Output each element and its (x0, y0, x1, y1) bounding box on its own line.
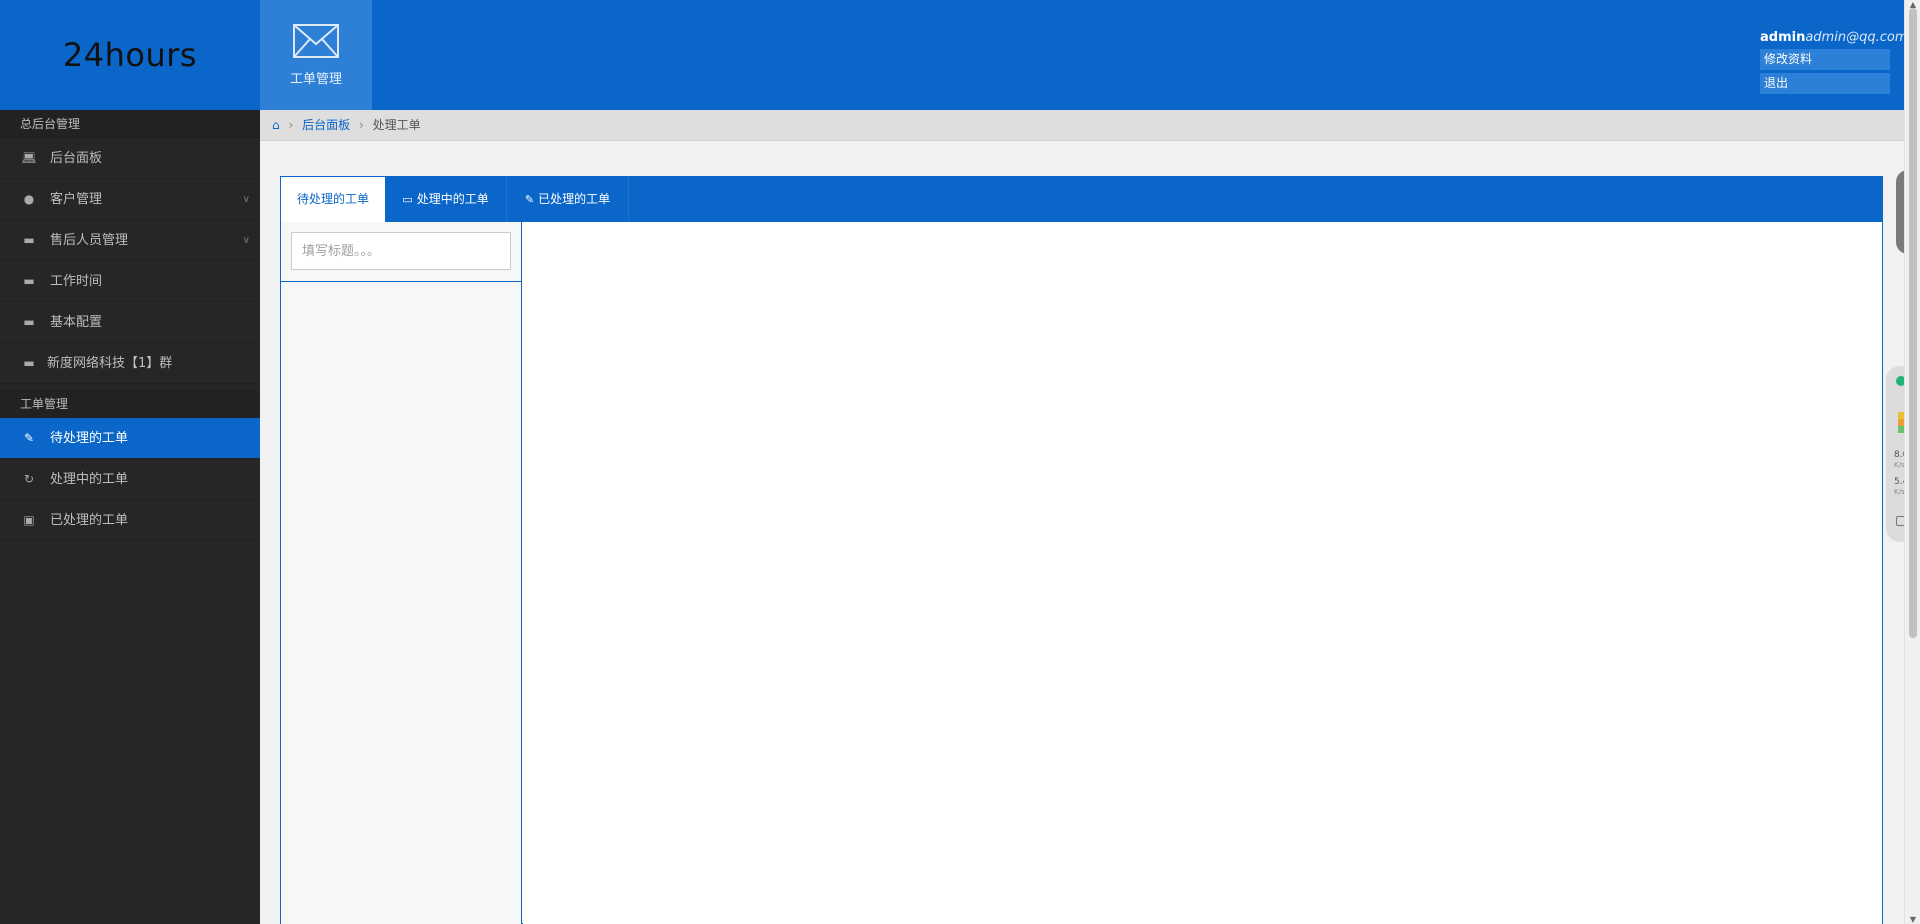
sidebar-item-customers[interactable]: ● 客户管理 ∨ (0, 179, 260, 220)
breadcrumb: ⌂ › 后台面板 › 处理工单 (260, 110, 1904, 141)
sidebar-item-processed-tickets[interactable]: ▣ 已处理的工单 (0, 500, 260, 541)
sidebar-item-label: 后台面板 (50, 151, 103, 166)
sidebar: 总后台管理 💻︎ 后台面板 ● 客户管理 ∨ ▬ 售后人员管理 ∨ ▬ 工作时间… (0, 110, 260, 924)
sidebar-item-processing-tickets[interactable]: ↻ 处理中的工单 (0, 459, 260, 500)
search-input[interactable] (291, 232, 511, 270)
laptop-icon: 💻︎ (21, 151, 37, 165)
tab-bar: 待处理的工单 ▭ 处理中的工单 ✎ 已处理的工单 (281, 177, 1882, 222)
scroll-down-arrow-icon[interactable]: ▼ (1905, 915, 1920, 924)
tab-label: 处理中的工单 (416, 192, 489, 206)
sidebar-item-label: 客户管理 (50, 192, 103, 207)
sidebar-section-title: 总后台管理 (0, 110, 260, 138)
breadcrumb-link-dashboard[interactable]: 后台面板 (302, 118, 350, 132)
chevron-down-icon: ∨ (242, 235, 250, 246)
sidebar-item-label: 基本配置 (50, 315, 103, 330)
user-email: admin@qq.com (1805, 30, 1908, 45)
sidebar-item-basic-config[interactable]: ▬ 基本配置 (0, 302, 260, 343)
scrollbar-thumb[interactable] (1909, 8, 1917, 638)
page-scrollbar[interactable]: ▲ ▼ (1904, 0, 1920, 924)
sidebar-item-label: 工作时间 (50, 274, 103, 289)
inbox-icon: ▭ (402, 193, 413, 206)
sidebar-item-label: 售后人员管理 (50, 233, 129, 248)
module-tab-ticket-management[interactable]: 工单管理 (260, 0, 372, 110)
refresh-icon: ↻ (23, 472, 35, 486)
briefcase-icon: ▣ (23, 513, 35, 527)
search-wrap (281, 222, 521, 282)
ticket-detail-pane (523, 222, 1882, 924)
ticket-panel: 待处理的工单 ▭ 处理中的工单 ✎ 已处理的工单 (280, 176, 1883, 924)
comments-icon: ▬ (23, 356, 35, 370)
tab-processing-tickets[interactable]: ▭ 处理中的工单 (385, 177, 507, 222)
logout-link[interactable]: 退出 (1760, 73, 1890, 94)
app-logo[interactable]: 24hours (0, 0, 260, 110)
comments-icon: ▬ (23, 233, 35, 247)
sidebar-item-work-hours[interactable]: ▬ 工作时间 (0, 261, 260, 302)
top-header: 24hours 工单管理 adminadmin@qq.com 修改资料 退出 (0, 0, 1907, 110)
module-tab-label: 工单管理 (289, 71, 342, 87)
edit-profile-link[interactable]: 修改资料 (1760, 49, 1890, 70)
sidebar-item-support-staff[interactable]: ▬ 售后人员管理 ∨ (0, 220, 260, 261)
user-icon: ● (23, 192, 35, 206)
comments-icon: ▬ (23, 315, 35, 329)
user-name: admin (1760, 30, 1806, 45)
user-info: adminadmin@qq.com (1760, 30, 1907, 45)
sidebar-item-group[interactable]: ▬ 新度网络科技【1】群 (0, 343, 260, 384)
user-box: adminadmin@qq.com 修改资料 退出 (1760, 30, 1907, 97)
sidebar-item-label: 处理中的工单 (50, 472, 129, 487)
pencil-icon: ✎ (23, 431, 35, 445)
breadcrumb-current: 处理工单 (372, 118, 421, 132)
chevron-right-icon: › (288, 118, 294, 132)
tab-pending-tickets[interactable]: 待处理的工单 (281, 177, 385, 222)
tab-label: 待处理的工单 (296, 192, 369, 206)
chevron-down-icon: ∨ (242, 194, 250, 205)
sidebar-item-pending-tickets[interactable]: ✎ 待处理的工单 (0, 418, 260, 459)
home-icon[interactable]: ⌂ (272, 118, 280, 132)
chevron-right-icon: › (358, 118, 364, 132)
logo-text: 24hours (62, 36, 198, 74)
edit-icon: ✎ (524, 193, 535, 206)
sidebar-item-label: 新度网络科技【1】群 (47, 356, 173, 371)
comments-icon: ▬ (23, 274, 35, 288)
mail-icon (293, 23, 339, 58)
tab-label: 已处理的工单 (538, 192, 611, 206)
sidebar-item-label: 待处理的工单 (50, 431, 129, 446)
tab-processed-tickets[interactable]: ✎ 已处理的工单 (507, 177, 629, 222)
ticket-list-pane (281, 222, 522, 924)
sidebar-section-title: 工单管理 (0, 390, 260, 418)
sidebar-item-dashboard[interactable]: 💻︎ 后台面板 (0, 138, 260, 179)
sidebar-item-label: 已处理的工单 (50, 513, 129, 528)
